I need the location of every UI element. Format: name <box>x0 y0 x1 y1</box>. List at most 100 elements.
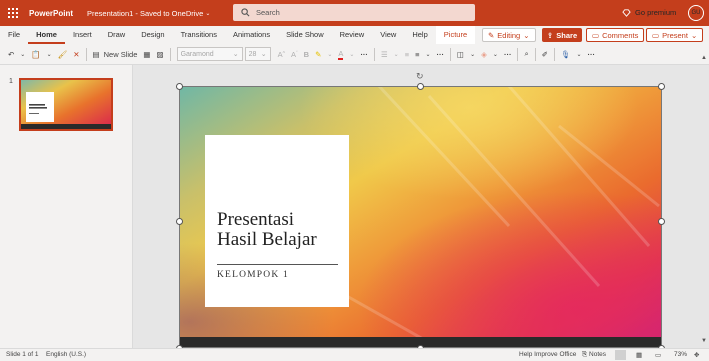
divider <box>373 47 375 61</box>
chevron-down-icon[interactable]: ⌄ <box>44 46 55 62</box>
more-options-icon[interactable]: ··· <box>357 46 371 62</box>
app-name[interactable]: PowerPoint <box>29 9 73 18</box>
reading-view-icon[interactable]: ▭ <box>655 351 661 359</box>
tab-view[interactable]: View <box>372 26 404 44</box>
divider <box>85 47 87 61</box>
slide-title[interactable]: Presentasi Hasil Belajar <box>217 210 317 250</box>
scroll-up-icon[interactable]: ▲ <box>701 55 707 61</box>
tab-draw[interactable]: Draw <box>100 26 134 44</box>
format-painter-icon[interactable]: 🖌 <box>55 46 71 62</box>
search-box[interactable]: Search <box>233 4 475 21</box>
help-improve-office-link[interactable]: Help Improve Office <box>519 351 576 358</box>
tab-design[interactable]: Design <box>133 26 172 44</box>
more-options-icon[interactable]: ··· <box>434 46 448 62</box>
font-name-select[interactable]: Garamond ⌄ <box>176 47 243 61</box>
diamond-icon <box>622 8 631 17</box>
highlight-icon[interactable]: ✎ <box>312 46 324 62</box>
font-size-select[interactable]: 28 ⌄ <box>244 47 271 61</box>
shape-fill-icon[interactable]: ◈ <box>478 46 490 62</box>
chevron-down-icon[interactable]: ⌄ <box>205 10 210 17</box>
shrink-font-icon[interactable]: Aˇ <box>288 46 301 62</box>
slide-count: Slide 1 of 1 <box>6 351 39 358</box>
notes-button[interactable]: ⎘ Notes <box>582 351 606 359</box>
chevron-down-icon[interactable]: ⌄ <box>17 46 28 62</box>
tab-transitions[interactable]: Transitions <box>173 26 225 44</box>
paste-icon[interactable]: 📋 <box>28 46 43 62</box>
present-button[interactable]: ▭ Present ⌄ <box>646 28 704 42</box>
divider <box>517 47 519 61</box>
slide-subtitle[interactable]: KELOMPOK 1 <box>217 270 289 280</box>
more-options-icon[interactable]: ··· <box>585 46 599 62</box>
editing-mode-button[interactable]: ✎ Editing ⌄ <box>482 28 536 42</box>
document-title[interactable]: Presentation1 - Saved to OneDrive <box>87 9 203 18</box>
editing-label: Editing <box>497 30 521 40</box>
bold-icon[interactable]: B <box>301 46 312 62</box>
app-launcher-icon[interactable] <box>0 0 26 26</box>
rotate-handle-icon[interactable]: ↻ <box>416 72 425 81</box>
new-slide-label: New Slide <box>103 49 138 59</box>
fit-slide-icon[interactable]: ✥ <box>694 351 699 359</box>
picture-icon[interactable]: ▨ <box>153 46 166 62</box>
shapes-icon[interactable]: ◫ <box>454 46 467 62</box>
slide-sorter-icon[interactable]: ▦ <box>636 351 642 359</box>
share-button[interactable]: ⇪ Share <box>542 28 583 42</box>
slide-thumbnail[interactable] <box>19 78 113 131</box>
resize-handle[interactable] <box>658 218 665 225</box>
chevron-down-icon[interactable]: ⌄ <box>573 46 584 62</box>
chevron-down-icon[interactable]: ⌄ <box>490 46 501 62</box>
line-spacing-icon[interactable]: ≡ <box>402 46 412 62</box>
share-icon: ⇪ <box>547 30 554 40</box>
resize-handle[interactable] <box>658 83 665 90</box>
tab-review[interactable]: Review <box>332 26 373 44</box>
designer-icon[interactable]: ✐ <box>539 46 551 62</box>
undo-icon[interactable]: ↶ <box>5 46 17 62</box>
find-icon[interactable]: ⌕ <box>521 46 531 62</box>
grow-font-icon[interactable]: A ^ <box>275 46 288 62</box>
bullets-icon[interactable]: ☰ <box>378 46 391 62</box>
search-placeholder: Search <box>256 8 280 17</box>
chevron-down-icon: ⌄ <box>260 51 267 58</box>
share-label: Share <box>556 30 578 40</box>
chevron-down-icon[interactable]: ⌄ <box>346 46 357 62</box>
resize-handle[interactable] <box>176 218 183 225</box>
resize-handle[interactable] <box>417 83 424 90</box>
avatar[interactable]: GU <box>688 5 704 21</box>
dictate-icon[interactable]: 🎙 <box>558 46 574 62</box>
title-divider <box>217 264 338 265</box>
chevron-down-icon[interactable]: ⌄ <box>391 46 402 62</box>
layout-icon[interactable]: ▦ <box>140 46 153 62</box>
slide-title-line-1: Presentasi <box>217 209 295 230</box>
align-icon[interactable]: ≡ <box>412 46 422 62</box>
status-bar: Slide 1 of 1 English (U.S.) Help Improve… <box>0 348 709 361</box>
tab-help[interactable]: Help <box>404 26 435 44</box>
slide-title-line-2: Hasil Belajar <box>217 229 317 250</box>
present-icon: ▭ <box>652 30 660 40</box>
new-slide-button[interactable]: ▤ New Slide <box>90 46 141 62</box>
font-size-value: 28 <box>248 50 257 58</box>
chevron-down-icon: ⌄ <box>523 30 530 40</box>
chevron-down-icon[interactable]: ⌄ <box>467 46 478 62</box>
chevron-down-icon[interactable]: ⌄ <box>324 46 335 62</box>
language-status[interactable]: English (U.S.) <box>46 351 86 358</box>
go-premium-link[interactable]: Go premium <box>622 8 676 17</box>
search-icon <box>241 8 250 17</box>
tab-file[interactable]: File <box>0 26 28 44</box>
chevron-down-icon[interactable]: ⌄ <box>422 46 433 62</box>
more-options-icon[interactable]: ··· <box>501 46 515 62</box>
tab-animations[interactable]: Animations <box>225 26 278 44</box>
tab-home[interactable]: Home <box>28 26 65 44</box>
tab-slide-show[interactable]: Slide Show <box>278 26 332 44</box>
chevron-down-icon: ⌄ <box>690 30 698 40</box>
normal-view-icon[interactable] <box>615 350 626 360</box>
tab-insert[interactable]: Insert <box>65 26 100 44</box>
delete-icon[interactable]: ✕ <box>70 46 82 62</box>
divider <box>534 47 536 61</box>
comments-label: Comments <box>602 30 639 40</box>
zoom-level[interactable]: 73% <box>674 351 687 358</box>
tab-picture[interactable]: Picture <box>435 26 476 44</box>
resize-handle[interactable] <box>176 83 183 90</box>
comments-button[interactable]: ▭ Comments <box>586 28 645 42</box>
font-color-icon[interactable]: A <box>335 46 346 62</box>
scroll-down-icon[interactable]: ▼ <box>701 338 707 344</box>
new-slide-icon: ▤ <box>92 49 100 59</box>
